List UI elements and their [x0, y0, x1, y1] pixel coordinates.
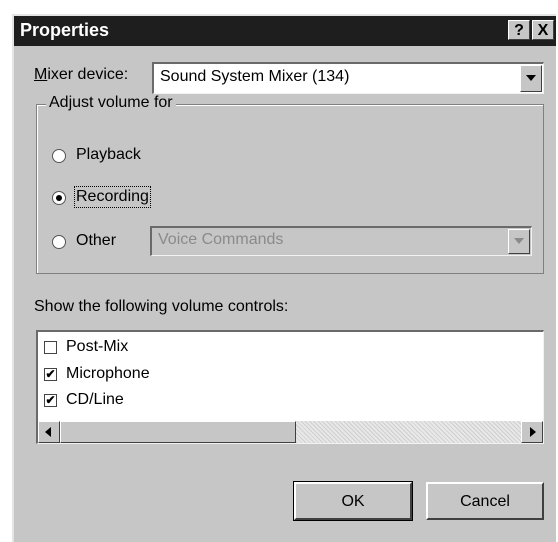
- help-button[interactable]: ?: [508, 20, 530, 40]
- horizontal-scrollbar[interactable]: [38, 421, 543, 443]
- close-button[interactable]: X: [532, 20, 554, 40]
- radio-other-button[interactable]: [52, 235, 66, 249]
- scroll-left-button[interactable]: [38, 421, 60, 443]
- arrow-left-icon: [45, 427, 51, 437]
- radio-other-label: Other: [76, 232, 117, 249]
- other-source-dropdown-button: [508, 229, 530, 254]
- scrollbar-thumb[interactable]: [60, 421, 296, 443]
- chevron-down-icon: [514, 238, 524, 244]
- mixer-device-dropdown-button[interactable]: [520, 65, 542, 92]
- ok-button[interactable]: OK: [293, 481, 413, 521]
- check-icon: ✔: [45, 393, 56, 407]
- mixer-device-label: Mixer device:: [34, 66, 128, 84]
- volume-controls-list[interactable]: Post-Mix ✔ Microphone ✔ CD/Line: [36, 330, 544, 444]
- window-title: Properties: [20, 20, 110, 40]
- check-icon: ✔: [45, 367, 56, 381]
- cd-line-label: CD/Line: [66, 391, 124, 408]
- post-mix-label: Post-Mix: [66, 338, 129, 355]
- adjust-volume-legend: Adjust volume for: [46, 94, 176, 112]
- volume-controls-label: Show the following volume controls:: [34, 298, 289, 315]
- radio-recording-button[interactable]: [52, 191, 66, 205]
- mixer-device-value: Sound System Mixer (134): [160, 68, 350, 85]
- other-source-value: Voice Commands: [158, 231, 284, 248]
- radio-selected-dot: [56, 195, 62, 201]
- scroll-right-button[interactable]: [521, 421, 543, 443]
- radio-playback-label: Playback: [76, 146, 141, 163]
- radio-recording-label: Recording: [74, 186, 151, 208]
- other-source-select: Voice Commands: [150, 226, 532, 256]
- microphone-label: Microphone: [66, 365, 150, 382]
- arrow-right-icon: [530, 427, 536, 437]
- chevron-down-icon: [526, 75, 536, 81]
- mixer-device-select[interactable]: Sound System Mixer (134): [152, 62, 544, 94]
- cancel-button[interactable]: Cancel: [426, 482, 544, 520]
- title-bar[interactable]: Properties ? X: [14, 16, 556, 46]
- microphone-checkbox[interactable]: ✔: [44, 368, 57, 381]
- properties-dialog: Properties ? X Mixer device: Sound Syste…: [12, 14, 556, 542]
- cd-line-checkbox[interactable]: ✔: [44, 394, 57, 407]
- mixer-device-label-accelerator: M: [34, 66, 48, 83]
- post-mix-checkbox[interactable]: [44, 341, 57, 354]
- radio-playback-button[interactable]: [52, 149, 66, 163]
- mixer-device-label-text: ixer device:: [47, 66, 129, 83]
